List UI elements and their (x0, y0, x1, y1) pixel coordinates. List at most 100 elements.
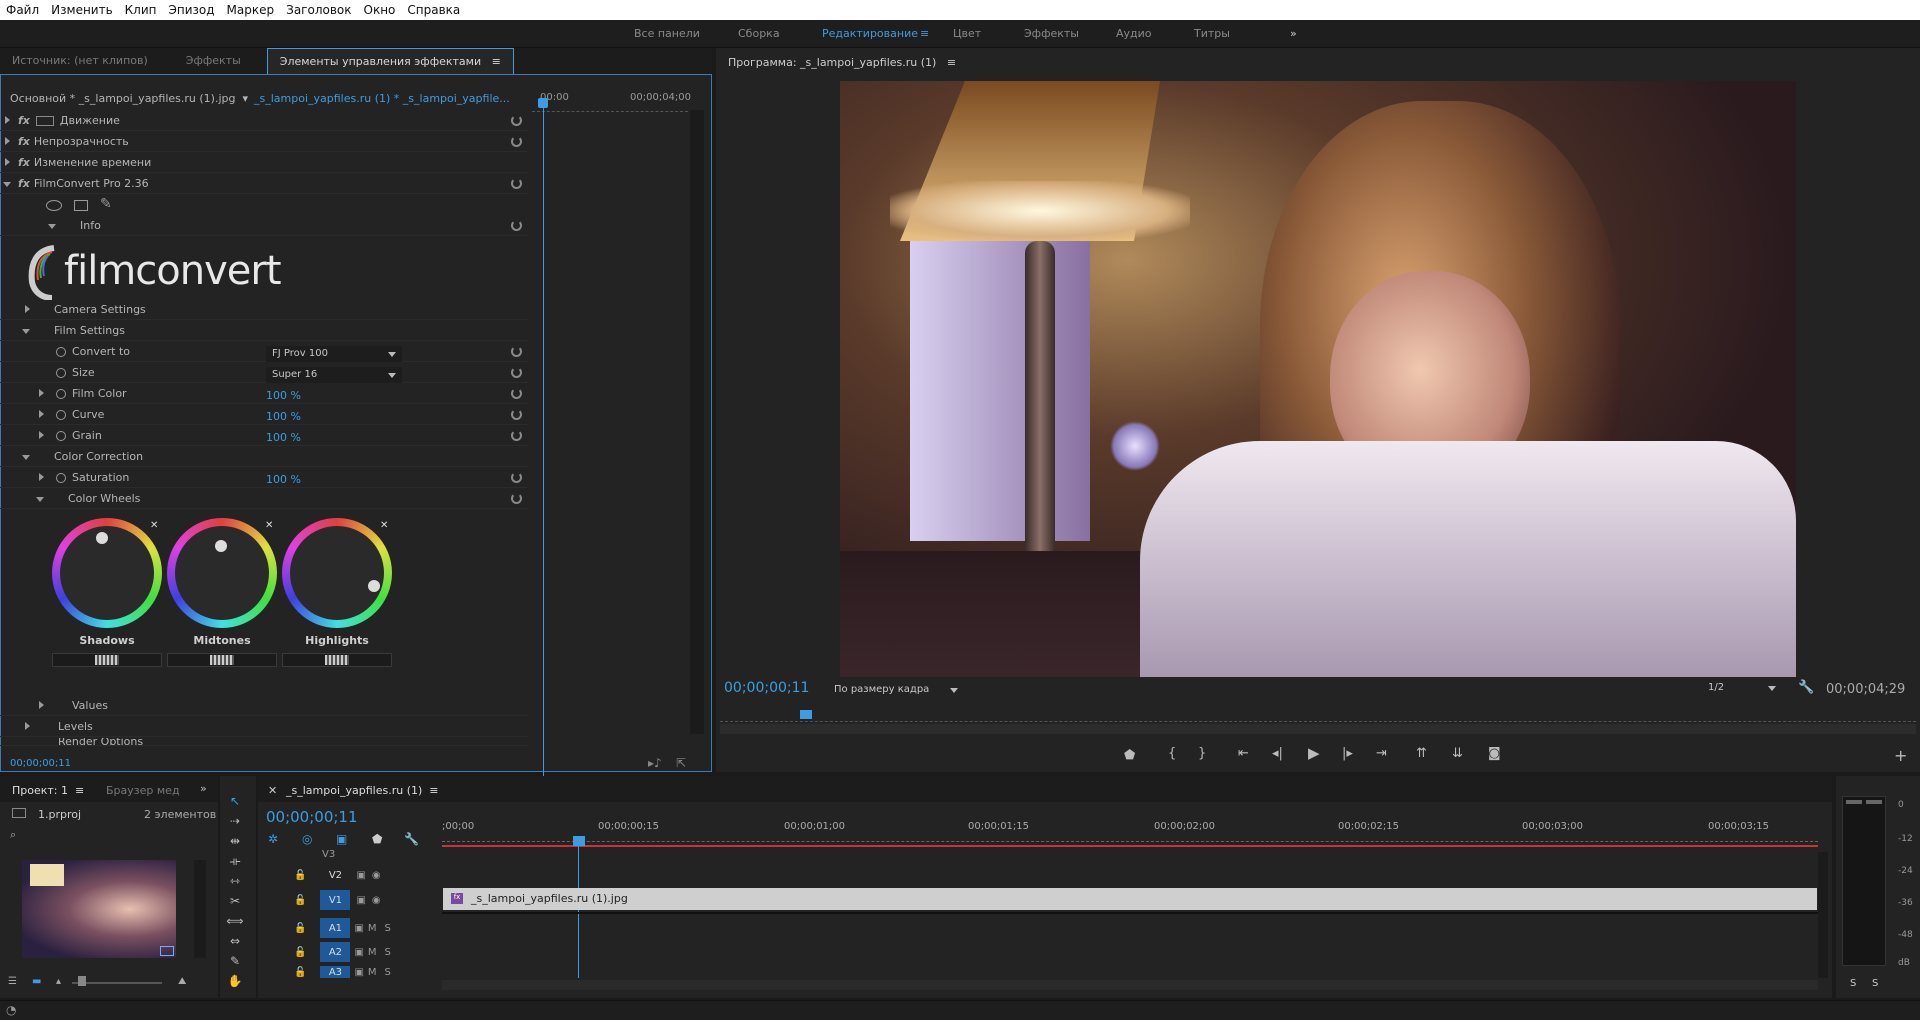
track-a1[interactable]: 🔓 A1 ▣ M S (258, 917, 442, 939)
effect-panel-timecode[interactable]: 00;00;00;11 (10, 758, 71, 769)
effect-row-levels[interactable]: Levels (0, 717, 528, 737)
hand-tool-icon[interactable]: ✋ (224, 974, 246, 992)
curve-value[interactable]: 100 % (266, 410, 301, 423)
timeline-settings-icon[interactable]: 🔧 (404, 832, 419, 846)
highlights-wheel[interactable] (282, 518, 392, 628)
reset-highlights-icon[interactable]: ✕ (380, 520, 388, 531)
rate-stretch-tool-icon[interactable]: ⇿ (224, 874, 246, 892)
film-color-value[interactable]: 100 % (266, 389, 301, 402)
icon-view-icon[interactable]: ▬ (32, 976, 41, 987)
search-icon[interactable]: ⌕ (10, 828, 16, 842)
effect-row-grain[interactable]: Grain (0, 426, 528, 446)
effect-row-film-settings[interactable]: Film Settings (0, 321, 528, 341)
effect-row-color-correction[interactable]: Color Correction (0, 447, 528, 467)
solo-left-button[interactable]: S (1850, 978, 1856, 989)
workspace-assembly[interactable]: Сборка (738, 27, 780, 40)
effect-row-saturation[interactable]: Saturation (0, 468, 528, 488)
mark-out-icon[interactable]: } (1198, 746, 1206, 761)
timeline-scrollbar[interactable] (1818, 852, 1828, 978)
track-v2[interactable]: 🔓 V2 ▣ ◉ (258, 864, 442, 886)
program-zoom-bar[interactable] (720, 724, 1916, 734)
program-ruler[interactable] (720, 712, 1916, 722)
play-audio-icon[interactable]: ▸♪ (648, 756, 662, 770)
tab-media-browser[interactable]: Браузер мед (106, 784, 180, 797)
slip-tool-icon[interactable]: ⟺ (224, 914, 246, 932)
list-view-icon[interactable]: ☰ (8, 976, 17, 987)
timeline-playhead-handle[interactable] (573, 836, 585, 846)
shadows-wheel[interactable] (52, 518, 162, 628)
grain-value[interactable]: 100 % (266, 431, 301, 444)
track-v3[interactable]: V3 (258, 848, 442, 860)
effect-row-convert-to[interactable]: Convert to (0, 342, 528, 362)
menu-title[interactable]: Заголовок (280, 3, 357, 17)
workspace-titles[interactable]: Титры (1194, 27, 1230, 40)
tab-effect-controls[interactable]: Элементы управления эффектами ≡ (266, 48, 514, 74)
size-dropdown[interactable]: Super 16 (266, 367, 402, 383)
add-marker-icon[interactable]: ⬟ (1124, 748, 1135, 763)
timeline-zoom-bar[interactable] (442, 980, 1818, 990)
mini-playhead[interactable] (543, 100, 544, 786)
workspace-all[interactable]: Все панели (634, 27, 700, 40)
play-icon[interactable]: ▶ (1308, 744, 1320, 762)
tab-source[interactable]: Источник: (нет клипов) (0, 48, 160, 74)
effect-row-film-color[interactable]: Film Color (0, 384, 528, 404)
menu-edit[interactable]: Изменить (45, 3, 119, 17)
razor-tool-icon[interactable]: ✂ (224, 894, 246, 912)
saturation-value[interactable]: 100 % (266, 473, 301, 486)
linked-selection-icon[interactable]: ◎ (302, 832, 312, 846)
slide-tool-icon[interactable]: ⇔ (224, 934, 246, 952)
marker-icon[interactable]: ⬟ (372, 832, 382, 846)
solo-right-button[interactable]: S (1872, 978, 1878, 989)
extract-icon[interactable]: ⇊ (1452, 746, 1463, 761)
workspace-editing[interactable]: Редактирование (822, 27, 918, 40)
project-scrollbar[interactable] (194, 860, 206, 958)
track-select-tool-icon[interactable]: ⇢ (224, 814, 246, 832)
tab-sequence[interactable]: _s_lampoi_yapfiles.ru (1) ≡ (286, 784, 439, 797)
effect-row-motion[interactable]: fx Движение (0, 111, 528, 131)
tab-project[interactable]: Проект: 1 ≡ (12, 784, 84, 797)
fit-dropdown[interactable]: По размеру кадра (828, 682, 964, 698)
effect-row-filmconvert[interactable]: fx FilmConvert Pro 2.36 (0, 174, 528, 194)
snap-icon[interactable]: ✲ (268, 832, 278, 846)
mark-in-icon[interactable]: { (1168, 746, 1176, 761)
menu-sequence[interactable]: Эпизод (163, 3, 221, 17)
effect-row-info[interactable]: Info (0, 216, 528, 236)
go-to-out-icon[interactable]: ⇥ (1376, 746, 1387, 761)
timeline-clip[interactable]: _s_lampoi_yapfiles.ru (1).jpg (443, 888, 1817, 910)
menu-clip[interactable]: Клип (119, 3, 163, 17)
rect-mask-icon[interactable] (74, 200, 88, 211)
timeline-close-icon[interactable]: ✕ (268, 784, 277, 797)
program-playhead-timecode[interactable]: 00;00;00;11 (724, 680, 809, 696)
step-forward-icon[interactable]: |▸ (1342, 746, 1353, 761)
midtones-slider[interactable] (167, 653, 277, 667)
export-frame-icon[interactable]: ◙ (1488, 746, 1501, 761)
convert-to-dropdown[interactable]: FJ Prov 100 (266, 346, 402, 362)
pen-mask-icon[interactable]: ✎ (100, 196, 112, 212)
menu-window[interactable]: Окно (358, 3, 402, 17)
effect-row-camera[interactable]: Camera Settings (0, 300, 528, 320)
zoom-out-icon[interactable]: ▴ (56, 976, 61, 987)
midtones-wheel[interactable] (167, 518, 277, 628)
track-v1[interactable]: 🔓 V1 ▣ ◉ (258, 888, 442, 912)
menu-file[interactable]: Файл (0, 3, 45, 17)
project-thumbnail[interactable] (22, 860, 176, 958)
effect-row-opacity[interactable]: fx Непрозрачность (0, 132, 528, 152)
workspace-menu-icon[interactable]: ≡ (920, 27, 929, 40)
program-playhead[interactable] (800, 710, 812, 719)
highlights-slider[interactable] (282, 653, 392, 667)
workspace-color[interactable]: Цвет (953, 27, 981, 40)
workspace-audio[interactable]: Аудио (1116, 27, 1152, 40)
workspace-effects[interactable]: Эффекты (1024, 27, 1079, 40)
shadows-slider[interactable] (52, 653, 162, 667)
effect-row-time-remap[interactable]: fx Изменение времени (0, 153, 528, 173)
add-marker-timeline-icon[interactable]: ▣ (336, 832, 347, 846)
mini-playhead-handle[interactable] (538, 98, 548, 108)
zoom-in-icon[interactable]: ⛰ (178, 976, 186, 987)
selection-tool-icon[interactable]: ↖ (224, 794, 246, 812)
effect-row-color-wheels[interactable]: Color Wheels (0, 489, 528, 509)
add-button-icon[interactable]: + (1894, 746, 1907, 765)
tab-effects[interactable]: Эффекты (174, 48, 253, 74)
go-to-in-icon[interactable]: ⇤ (1238, 746, 1249, 761)
resolution-dropdown[interactable]: 1/2 (1702, 680, 1782, 696)
step-back-icon[interactable]: ◂| (1272, 746, 1283, 761)
